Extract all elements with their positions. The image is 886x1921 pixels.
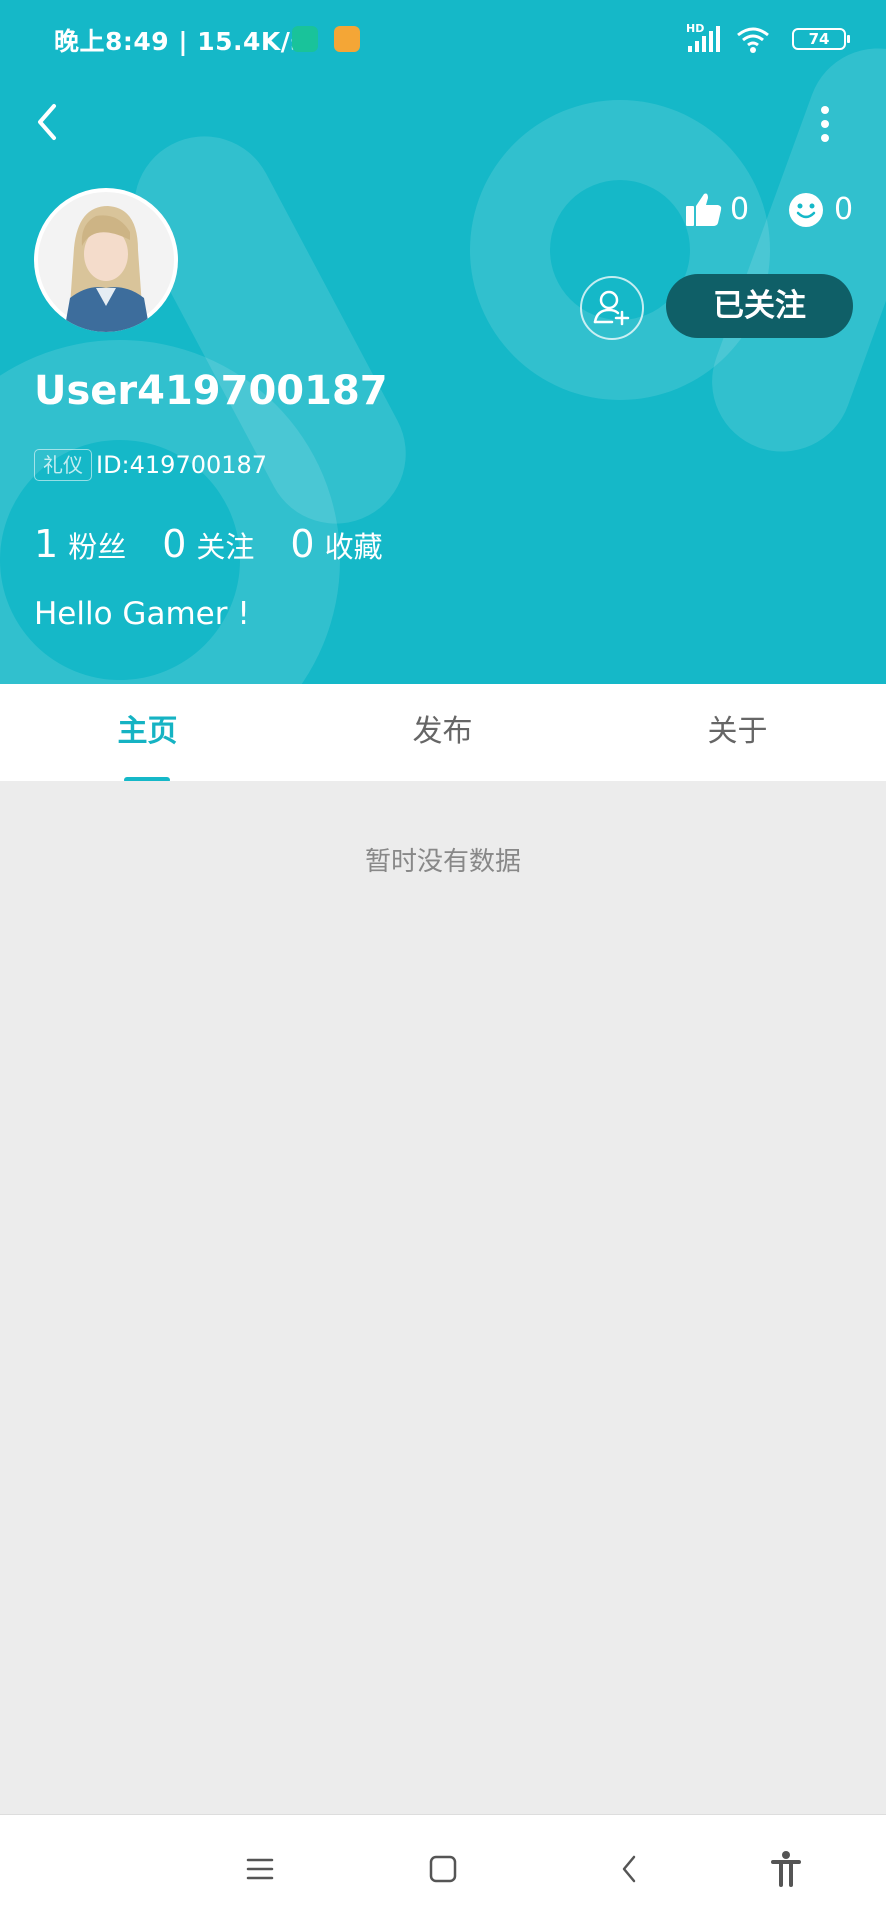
favorites-label[interactable]: 收藏 <box>325 524 383 566</box>
following-label[interactable]: 关注 <box>196 524 254 566</box>
shield-notification-icon <box>292 26 318 52</box>
battery-indicator: 74 <box>792 28 850 50</box>
system-back-button[interactable] <box>608 1847 652 1891</box>
add-user-icon <box>593 290 630 326</box>
username: User419700187 <box>34 368 388 414</box>
favorites-count[interactable]: 0 <box>290 522 314 566</box>
likes-count: 0 <box>730 192 750 227</box>
wifi-icon <box>737 27 769 53</box>
status-bar: 晚上8:49 | 15.4K/s HD 74 <box>0 0 886 80</box>
home-square-icon <box>429 1855 457 1883</box>
add-friend-button[interactable] <box>580 276 644 340</box>
tab-about[interactable]: 关于 <box>590 684 885 781</box>
home-button[interactable] <box>421 1847 465 1891</box>
back-arrow-icon <box>38 104 56 140</box>
back-chevron-icon <box>622 1855 636 1883</box>
smiles-count: 0 <box>834 192 854 227</box>
likes-counter[interactable]: 0 <box>684 190 754 234</box>
more-options-button[interactable] <box>814 100 836 146</box>
thumbs-up-icon <box>686 193 722 226</box>
signal-icon <box>688 26 720 52</box>
menu-icon <box>246 1858 274 1880</box>
profile-header: 晚上8:49 | 15.4K/s HD 74 0 0 已关注 User41970… <box>0 0 886 684</box>
more-vertical-icon <box>821 106 829 142</box>
profile-tabs: 主页 发布 关于 <box>0 684 886 783</box>
empty-state-text: 暂时没有数据 <box>364 847 521 877</box>
follow-button[interactable]: 已关注 <box>666 274 853 338</box>
status-right: HD 74 <box>686 22 850 54</box>
tab-content: 暂时没有数据 <box>0 781 886 1814</box>
followers-count[interactable]: 1 <box>34 522 58 566</box>
smiley-icon <box>789 193 823 227</box>
watermark-logo <box>0 48 886 684</box>
accessibility-button[interactable] <box>764 1847 808 1891</box>
smiles-counter[interactable]: 0 <box>788 190 858 234</box>
tab-posts[interactable]: 发布 <box>295 684 590 781</box>
avatar-image <box>38 192 174 332</box>
profile-stats: 1 粉丝 0 关注 0 收藏 <box>34 522 419 566</box>
accessibility-icon <box>771 1851 801 1887</box>
app-notification-icon <box>334 26 360 52</box>
user-id: ID:419700187 <box>96 451 268 479</box>
followers-label[interactable]: 粉丝 <box>68 524 126 566</box>
user-tag: 礼仪 <box>34 449 92 481</box>
avatar[interactable] <box>34 188 178 332</box>
tab-home[interactable]: 主页 <box>0 684 295 781</box>
following-count[interactable]: 0 <box>162 522 186 566</box>
back-button[interactable] <box>28 98 68 146</box>
user-bio: Hello Gamer ! <box>34 596 250 632</box>
system-navigation-bar <box>0 1814 886 1921</box>
recent-apps-button[interactable] <box>238 1847 282 1891</box>
status-time: 晚上8:49 | 15.4K/s <box>54 27 306 56</box>
